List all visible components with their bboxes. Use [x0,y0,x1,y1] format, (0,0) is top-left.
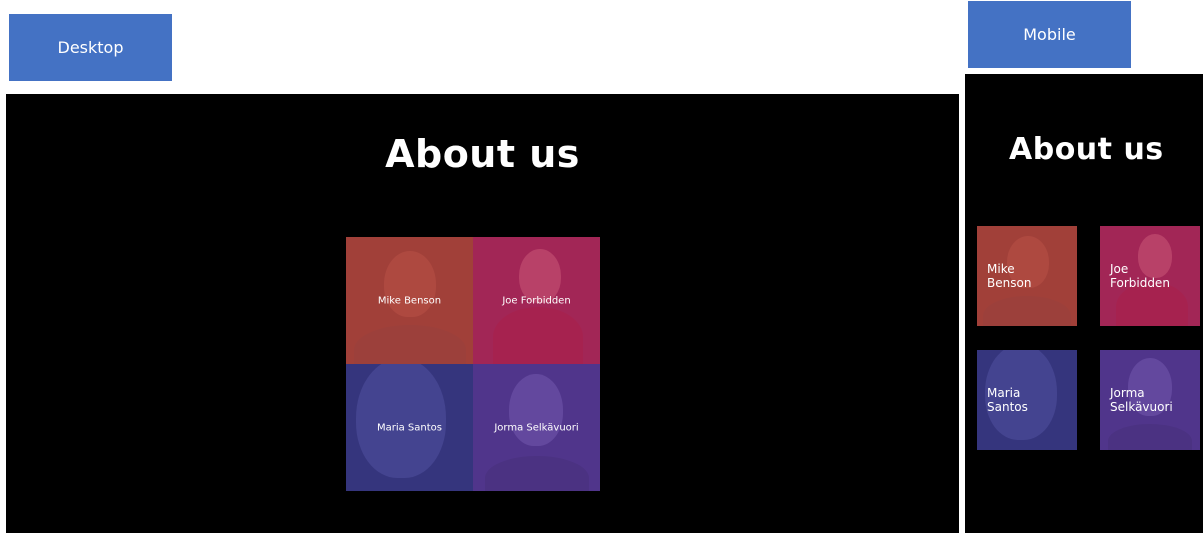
team-member-name: Jorma Selkävuori [1110,386,1200,414]
team-card-mike-benson[interactable]: Mike Benson [346,237,473,364]
name-first: Maria [987,386,1021,400]
name-first: Jorma [1110,386,1145,400]
desktop-label: Desktop [9,14,172,81]
name-last: Forbidden [1110,276,1170,290]
team-card-joe-forbidden[interactable]: Joe Forbidden [473,237,600,364]
name-last: Santos [987,400,1028,414]
team-card-jorma-selkavuori[interactable]: Jorma Selkävuori [1100,350,1200,450]
team-member-name: Joe Forbidden [1110,262,1200,290]
team-card-maria-santos[interactable]: Maria Santos [346,364,473,491]
team-member-name: Jorma Selkävuori [494,422,579,433]
canvas: Desktop Mobile About us Mike Benson Joe … [0,0,1203,533]
team-card-joe-forbidden[interactable]: Joe Forbidden [1100,226,1200,326]
team-card-jorma-selkavuori[interactable]: Jorma Selkävuori [473,364,600,491]
team-member-name: Mike Benson [377,295,442,306]
team-card-mike-benson[interactable]: Mike Benson [977,226,1077,326]
name-last: Selkävuori [1110,400,1173,414]
team-member-name: Joe Forbidden [502,295,571,306]
team-member-name: Maria Santos [987,386,1077,414]
mobile-label: Mobile [968,1,1131,68]
name-first: Mike [987,262,1015,276]
page-title: About us [385,132,580,176]
name-first: Joe [1110,262,1129,276]
team-member-name: Maria Santos [376,422,442,433]
mobile-preview: About us Mike Benson Joe Forbidden Maria Sa… [965,74,1203,533]
page-title: About us [1009,132,1164,167]
team-member-name: Mike Benson [987,262,1077,290]
desktop-preview: About us Mike Benson Joe Forbidden Maria… [6,94,959,533]
name-last: Benson [987,276,1032,290]
team-card-maria-santos[interactable]: Maria Santos [977,350,1077,450]
